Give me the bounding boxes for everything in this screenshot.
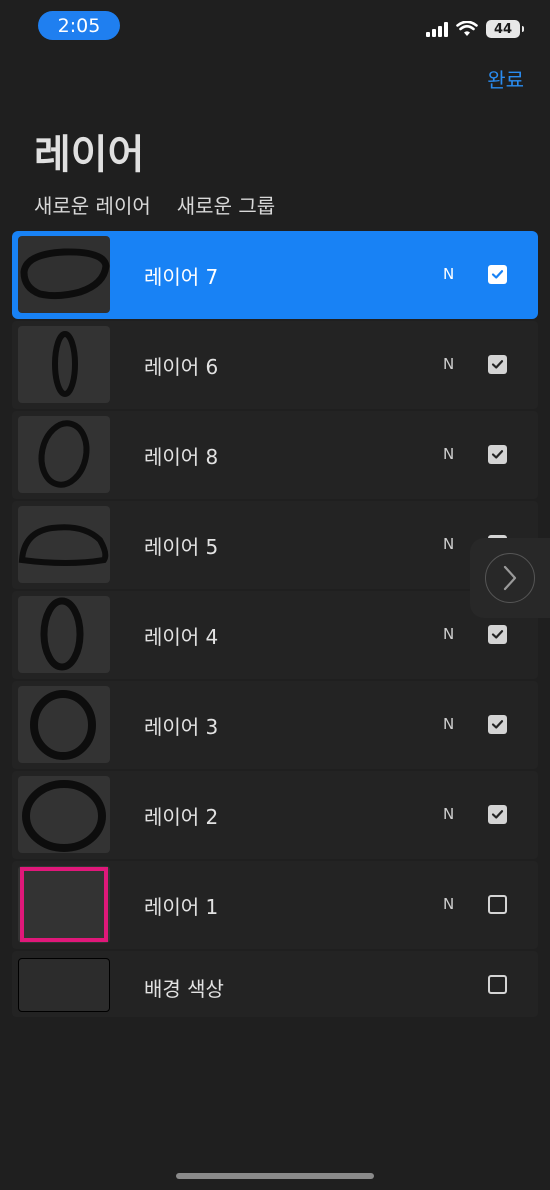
blend-mode-button[interactable]: N bbox=[443, 715, 454, 733]
checkmark-icon bbox=[491, 720, 504, 729]
checkmark-icon bbox=[491, 810, 504, 819]
checkmark-icon bbox=[491, 630, 504, 639]
layer-row[interactable]: 레이어 1 N bbox=[12, 861, 538, 949]
visibility-checkbox[interactable] bbox=[488, 625, 507, 644]
layer-thumbnail bbox=[18, 236, 110, 313]
cellular-signal-icon bbox=[426, 21, 448, 37]
layer-row[interactable]: 레이어 5 N bbox=[12, 501, 538, 589]
layer-name: 레이어 5 bbox=[144, 535, 219, 559]
checkmark-icon bbox=[491, 270, 504, 279]
visibility-checkbox[interactable] bbox=[488, 895, 507, 914]
new-group-button[interactable]: 새로운 그룹 bbox=[177, 190, 275, 219]
side-panel-handle[interactable] bbox=[470, 538, 550, 618]
visibility-checkbox[interactable] bbox=[488, 975, 507, 994]
done-button[interactable]: 완료 bbox=[487, 64, 524, 93]
layer-name: 레이어 7 bbox=[144, 265, 219, 289]
visibility-checkbox[interactable] bbox=[488, 355, 507, 374]
layer-name: 레이어 4 bbox=[144, 625, 219, 649]
layer-list: 레이어 7 N 레이어 6 N 레이어 8 N 레이어 5 N 레이어 4 N … bbox=[12, 231, 538, 1019]
layer-thumbnail bbox=[18, 866, 110, 943]
layer-actions: 새로운 레이어 새로운 그룹 bbox=[34, 190, 275, 219]
layer-name: 레이어 6 bbox=[144, 355, 219, 379]
layer-thumbnail bbox=[18, 776, 110, 853]
background-color-row[interactable]: 배경 색상 bbox=[12, 951, 538, 1017]
home-indicator[interactable] bbox=[176, 1173, 374, 1179]
layer-row[interactable]: 레이어 4 N bbox=[12, 591, 538, 679]
blend-mode-button[interactable]: N bbox=[443, 445, 454, 463]
layer-name: 레이어 1 bbox=[144, 895, 219, 919]
layer-name: 레이어 3 bbox=[144, 715, 219, 739]
layer-row[interactable]: 레이어 3 N bbox=[12, 681, 538, 769]
layer-name: 레이어 2 bbox=[144, 805, 219, 829]
blend-mode-button[interactable]: N bbox=[443, 535, 454, 553]
page-title: 레이어 bbox=[34, 132, 145, 178]
layer-thumbnail bbox=[18, 686, 110, 763]
layer-thumbnail bbox=[18, 326, 110, 403]
checkmark-icon bbox=[491, 360, 504, 369]
blend-mode-button[interactable]: N bbox=[443, 355, 454, 373]
layer-thumbnail bbox=[18, 416, 110, 493]
blend-mode-button[interactable]: N bbox=[443, 805, 454, 823]
visibility-checkbox[interactable] bbox=[488, 715, 507, 734]
battery-icon: 44 bbox=[486, 20, 524, 38]
new-layer-button[interactable]: 새로운 레이어 bbox=[34, 190, 151, 219]
visibility-checkbox[interactable] bbox=[488, 805, 507, 824]
blend-mode-button[interactable]: N bbox=[443, 625, 454, 643]
status-time: 2:05 bbox=[38, 11, 120, 40]
checkmark-icon bbox=[491, 450, 504, 459]
layer-row[interactable]: 레이어 7 N bbox=[12, 231, 538, 319]
layer-row[interactable]: 레이어 8 N bbox=[12, 411, 538, 499]
wifi-icon bbox=[456, 21, 478, 36]
layer-name: 배경 색상 bbox=[144, 977, 224, 1001]
layer-thumbnail bbox=[18, 596, 110, 673]
background-color-swatch[interactable] bbox=[18, 958, 110, 1012]
visibility-checkbox[interactable] bbox=[488, 445, 507, 464]
chevron-right-icon bbox=[485, 553, 535, 603]
blend-mode-button[interactable]: N bbox=[443, 265, 454, 283]
layer-thumbnail bbox=[18, 506, 110, 583]
layer-row[interactable]: 레이어 6 N bbox=[12, 321, 538, 409]
blend-mode-button[interactable]: N bbox=[443, 895, 454, 913]
status-icons: 44 bbox=[426, 19, 524, 39]
layer-row[interactable]: 레이어 2 N bbox=[12, 771, 538, 859]
status-bar: 2:05 44 bbox=[0, 0, 550, 52]
visibility-checkbox[interactable] bbox=[488, 265, 507, 284]
layer-name: 레이어 8 bbox=[144, 445, 219, 469]
